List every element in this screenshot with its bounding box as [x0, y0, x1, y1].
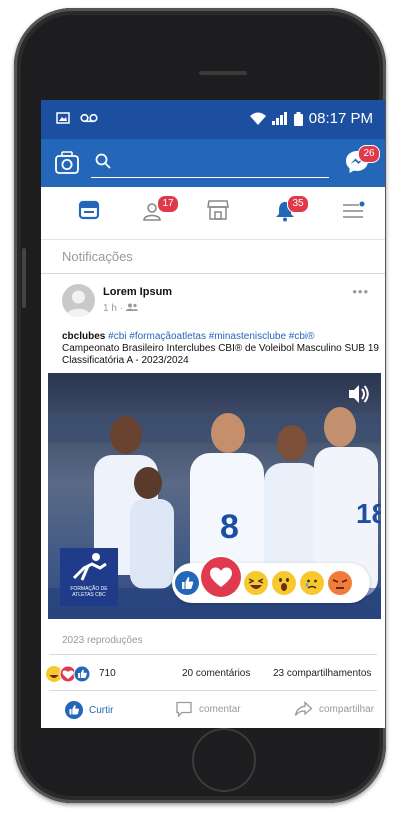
logo-text: FORMAÇÃO DE ATLETAS CBC	[70, 586, 108, 598]
comment-button[interactable]: comentar	[175, 701, 241, 718]
more-options-icon[interactable]: •••	[352, 284, 369, 299]
post-text: Campeonato Brasileiro Interclubes CBI® d…	[62, 343, 379, 366]
cbc-logo: FORMAÇÃO DE ATLETAS CBC	[60, 548, 118, 606]
post-actions: Curtir comentar compartilhar	[41, 696, 385, 726]
post-author[interactable]: Lorem Ipsum	[103, 286, 172, 298]
tab-feed[interactable]	[78, 199, 108, 227]
post-stats: 710 20 comentários 23 compartilhamentos	[41, 663, 385, 685]
tab-friends[interactable]: 17	[141, 195, 179, 227]
like-button[interactable]: Curtir	[65, 701, 113, 719]
dot-separator: ·	[119, 303, 124, 314]
reaction-haha-icon[interactable]	[244, 571, 268, 595]
reaction-sad-icon[interactable]	[300, 571, 324, 595]
divider	[49, 690, 377, 691]
comments-count[interactable]: 20 comentários	[182, 668, 250, 679]
share-button[interactable]: compartilhar	[294, 701, 374, 717]
messenger-button[interactable]: 26	[344, 145, 380, 180]
post-video[interactable]: 8 18 FORMAÇÃO DE ATLETAS CBC	[48, 373, 381, 619]
svg-text:18: 18	[356, 498, 381, 529]
marketplace-icon	[207, 200, 229, 220]
search-bar[interactable]	[91, 151, 329, 178]
search-icon	[95, 153, 111, 169]
reaction-wow-icon[interactable]	[272, 571, 296, 595]
image-icon	[56, 112, 70, 124]
volume-button[interactable]	[347, 383, 371, 410]
post-caption: cbclubes #cbi #formaçãoatletas #minasten…	[62, 331, 380, 367]
wifi-icon	[249, 112, 266, 125]
divider	[49, 654, 377, 655]
post-tags[interactable]: #cbi #formaçãoatletas #minastenisclube #…	[108, 331, 314, 342]
user-placeholder-icon	[66, 290, 91, 317]
reaction-angry-icon[interactable]	[328, 571, 352, 595]
camera-icon[interactable]	[54, 151, 80, 175]
tab-bar: 17 35	[41, 187, 385, 240]
shares-count[interactable]: 23 compartilhamentos	[273, 668, 371, 679]
reactions-picker	[172, 557, 370, 603]
phone-speaker	[199, 71, 247, 75]
volume-icon	[349, 385, 369, 403]
post-meta: 1 h ·	[103, 303, 138, 314]
battery-icon	[293, 111, 303, 126]
screen: 08:17 PM 26 17 35 Notificações Lorem Ips…	[41, 100, 385, 728]
post-handle[interactable]: cbclubes	[62, 331, 105, 342]
phone-side-button	[22, 248, 26, 308]
messenger-badge: 26	[358, 145, 380, 163]
share-icon	[294, 701, 313, 716]
reactions-count[interactable]: 710	[99, 668, 116, 679]
like-label: Curtir	[89, 704, 114, 716]
share-label: compartilhar	[319, 703, 375, 715]
reaction-summary-icons[interactable]	[45, 665, 97, 683]
signal-icon	[271, 112, 287, 125]
status-time: 08:17 PM	[308, 110, 373, 127]
like-icon	[65, 701, 83, 719]
avatar[interactable]	[62, 284, 95, 317]
menu-icon	[343, 201, 365, 218]
friends-privacy-icon	[125, 303, 138, 311]
divider	[41, 273, 385, 274]
section-label: Notificações	[62, 249, 133, 264]
voicemail-icon	[80, 113, 98, 123]
tab-menu[interactable]	[341, 199, 371, 227]
tab-notifications[interactable]: 35	[273, 195, 309, 227]
comment-icon	[176, 701, 192, 718]
friends-badge: 17	[157, 195, 179, 213]
reaction-love-icon[interactable]	[201, 557, 241, 597]
runner-logo-icon	[72, 553, 107, 581]
svg-text:8: 8	[220, 508, 239, 546]
home-button[interactable]	[192, 728, 256, 792]
feed-icon	[78, 200, 100, 220]
app-bar: 26	[41, 139, 385, 187]
search-input[interactable]	[119, 151, 323, 175]
comment-label: comentar	[199, 704, 241, 715]
status-bar: 08:17 PM	[41, 100, 385, 139]
tab-marketplace[interactable]	[206, 199, 236, 227]
notifications-badge: 35	[287, 195, 309, 213]
view-count: 2023 reproduções	[62, 635, 143, 646]
post-time: 1 h	[103, 303, 117, 314]
reaction-like-icon[interactable]	[175, 571, 199, 595]
